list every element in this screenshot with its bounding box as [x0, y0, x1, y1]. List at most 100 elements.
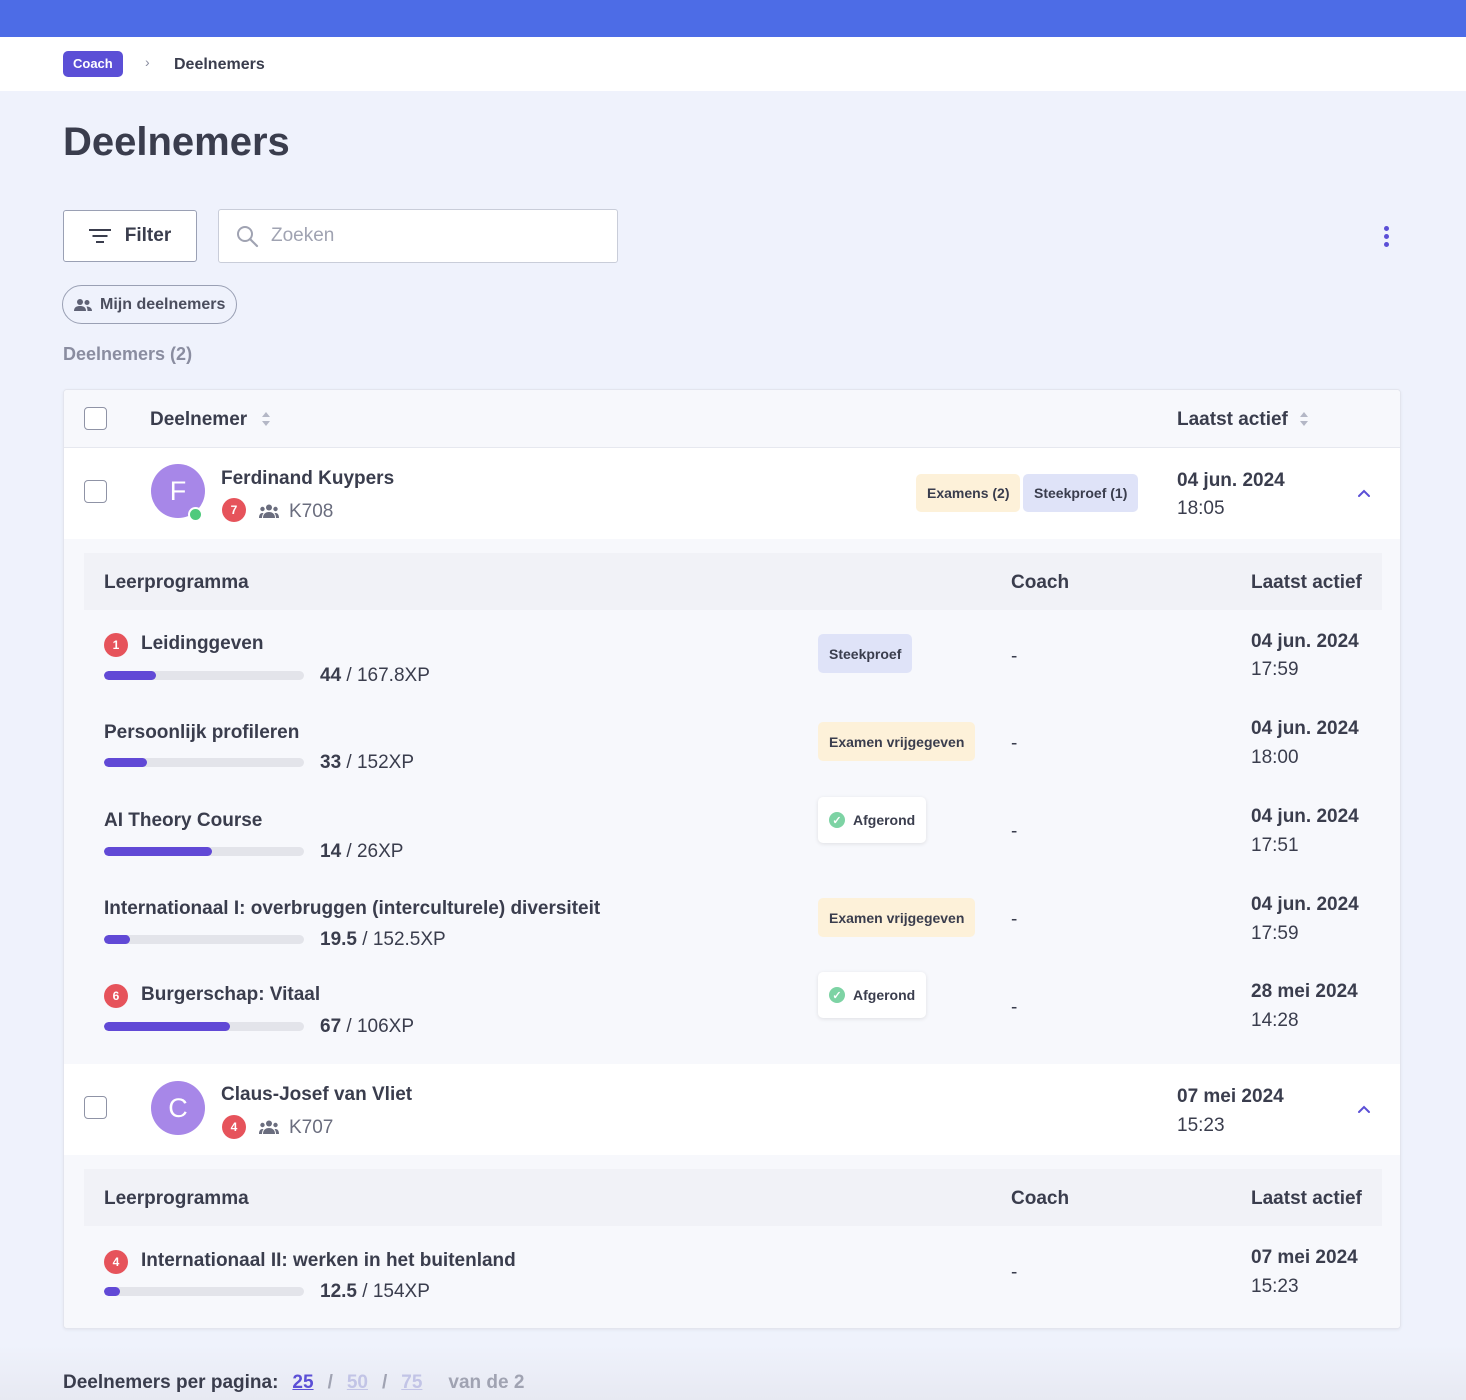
column-header-coach: Coach [1011, 572, 1070, 593]
last-active-time: 17:59 [1251, 923, 1299, 944]
separator: / [327, 1372, 333, 1393]
coach-value: - [1011, 997, 1018, 1018]
page-title: Deelnemers [63, 120, 290, 164]
progress-bar [104, 1287, 304, 1296]
search-input[interactable] [271, 225, 571, 247]
online-status-dot [188, 507, 203, 522]
program-row[interactable]: AI Theory Course 14 / 26XP ✓ Afgerond - … [64, 786, 1400, 874]
program-row[interactable]: Persoonlijk profileren 33 / 152XP Examen… [64, 698, 1400, 786]
breadcrumb-coach-link[interactable]: Coach [63, 51, 123, 77]
chip-label: Mijn deelnemers [100, 295, 226, 313]
xp-total: / 154XP [356, 1281, 430, 1302]
top-header-bar [0, 0, 1466, 37]
xp-total: / 106XP [341, 1016, 415, 1037]
select-all-checkbox[interactable] [84, 407, 107, 430]
participant-code: K707 [289, 1117, 334, 1138]
program-row[interactable]: 6 Burgerschap: Vitaal 67 / 106XP ✓ Afger… [64, 962, 1400, 1050]
xp-value: 19.5 / 152.5XP [320, 929, 446, 951]
program-title[interactable]: Persoonlijk profileren [104, 722, 299, 744]
column-header-coach: Coach [1011, 1188, 1070, 1209]
xp-current: 67 [320, 1016, 342, 1037]
programs-panel: Leerprogramma Coach Laatst actief 4 Inte… [64, 1155, 1400, 1328]
program-title[interactable]: Burgerschap: Vitaal [141, 984, 320, 1006]
last-active-time: 14:28 [1251, 1010, 1299, 1031]
program-title[interactable]: Internationaal I: overbruggen (intercult… [104, 898, 600, 920]
column-header-participant[interactable]: Deelnemer [150, 409, 247, 431]
sort-icon[interactable] [1299, 411, 1309, 427]
total-count: van de 2 [448, 1372, 525, 1393]
last-active-date: 04 jun. 2024 [1251, 631, 1359, 652]
program-row[interactable]: 4 Internationaal II: werken in het buite… [64, 1226, 1400, 1316]
participant-row[interactable]: C Claus-Josef van Vliet 4 K707 07 mei 20… [64, 1065, 1328, 1155]
last-active-time: 17:51 [1251, 835, 1299, 856]
page-size-25[interactable]: 25 [292, 1372, 313, 1394]
page-size-50[interactable]: 50 [347, 1372, 368, 1394]
breadcrumb-current: Deelnemers [174, 56, 265, 73]
table-header: Deelnemer Laatst actief [64, 390, 1400, 448]
more-dot [1383, 241, 1389, 247]
progress-fill [104, 935, 130, 944]
coach-value: - [1011, 646, 1018, 667]
column-header-last-active: Laatst actief [1251, 572, 1362, 593]
column-header-program: Leerprogramma [104, 572, 249, 593]
participant-row[interactable]: F Ferdinand Kuypers 7 K708 Examens (2) S… [64, 449, 1328, 539]
last-active-date: 04 jun. 2024 [1177, 470, 1285, 491]
status-badge: Examen vrijgegeven [818, 898, 976, 937]
last-active-time: 18:00 [1251, 747, 1299, 768]
status-badge: Steekproef [818, 634, 913, 673]
chevron-right-icon: › [145, 54, 150, 70]
notification-badge: 6 [104, 984, 128, 1008]
progress-bar [104, 758, 304, 767]
participant-name[interactable]: Claus-Josef van Vliet [221, 1084, 412, 1106]
program-row[interactable]: Internationaal I: overbruggen (intercult… [64, 874, 1400, 962]
sample-tag[interactable]: Steekproef (1) [1023, 474, 1139, 512]
my-participants-chip[interactable]: Mijn deelnemers [62, 285, 238, 324]
last-active-date: 04 jun. 2024 [1251, 718, 1359, 739]
participant-code: K708 [289, 501, 334, 522]
breadcrumb: Coach › Deelnemers [0, 37, 1466, 91]
progress-fill [104, 1287, 121, 1296]
progress-fill [104, 758, 148, 767]
row-checkbox[interactable] [84, 1096, 107, 1119]
xp-value: 33 / 152XP [320, 752, 414, 774]
search-box[interactable] [218, 209, 618, 263]
xp-current: 12.5 [320, 1281, 357, 1302]
filter-button[interactable]: Filter [63, 210, 197, 262]
last-active-date: 04 jun. 2024 [1251, 894, 1359, 915]
last-active-date: 07 mei 2024 [1251, 1247, 1358, 1268]
program-title[interactable]: AI Theory Course [104, 810, 262, 832]
notification-badge: 4 [104, 1250, 128, 1274]
program-title[interactable]: Internationaal II: werken in het buitenl… [141, 1250, 516, 1272]
more-options-button[interactable] [1376, 222, 1396, 250]
progress-bar [104, 847, 304, 856]
exams-tag[interactable]: Examens (2) [916, 474, 1021, 512]
xp-current: 44 [320, 665, 342, 686]
program-row[interactable]: 1 Leidinggeven 44 / 167.8XP Steekproef -… [64, 610, 1400, 698]
participant-name[interactable]: Ferdinand Kuypers [221, 468, 394, 490]
group-icon [259, 504, 279, 518]
column-header-last-active[interactable]: Laatst actief [1177, 409, 1288, 431]
participant-count: Deelnemers (2) [63, 344, 193, 364]
xp-value: 14 / 26XP [320, 841, 403, 863]
row-checkbox[interactable] [84, 480, 107, 503]
progress-fill [104, 847, 212, 856]
status-badge: ✓ Afgerond [818, 972, 927, 1018]
more-vertical-icon [1383, 225, 1389, 231]
coach-value: - [1011, 909, 1018, 930]
xp-value: 44 / 167.8XP [320, 665, 430, 687]
search-icon [237, 226, 259, 248]
last-active-time: 18:05 [1177, 498, 1225, 519]
status-badge: ✓ Afgerond [818, 797, 927, 843]
chevron-up-icon[interactable] [1357, 1102, 1371, 1116]
program-title[interactable]: Leidinggeven [141, 633, 263, 655]
chevron-up-icon[interactable] [1357, 486, 1371, 500]
page-size-75[interactable]: 75 [401, 1372, 422, 1394]
separator: / [381, 1372, 388, 1393]
last-active-date: 07 mei 2024 [1177, 1086, 1284, 1107]
xp-total: / 167.8XP [341, 665, 430, 686]
sort-icon[interactable] [261, 411, 271, 427]
coach-value: - [1011, 821, 1018, 842]
xp-current: 19.5 [320, 929, 357, 950]
xp-value: 67 / 106XP [320, 1016, 414, 1038]
avatar: C [151, 1081, 205, 1135]
